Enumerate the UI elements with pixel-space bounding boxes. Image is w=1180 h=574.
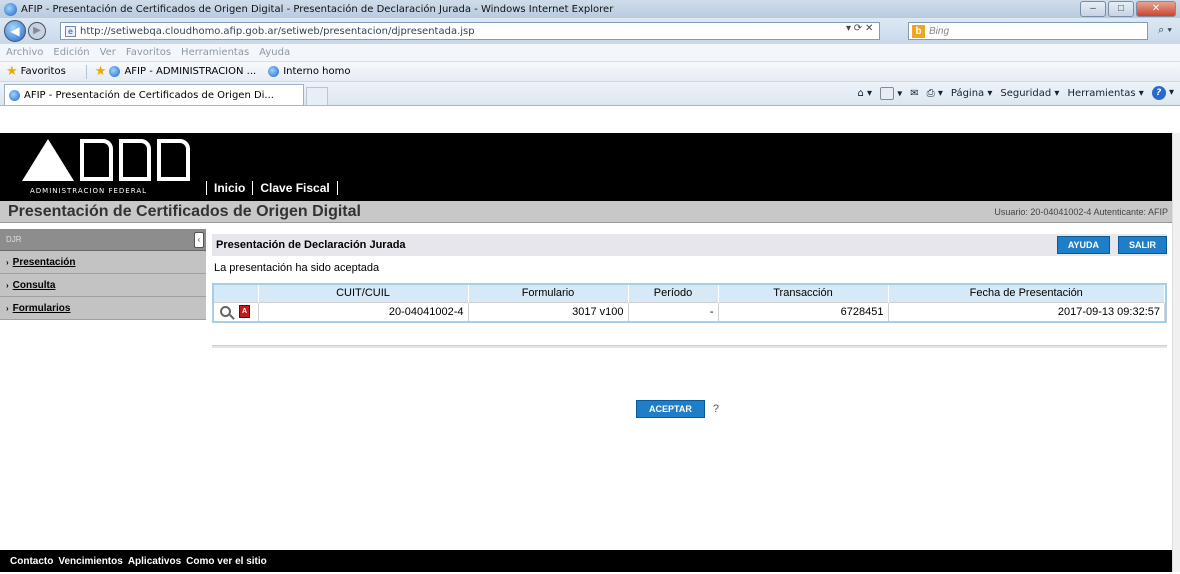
- bing-icon: b: [912, 24, 925, 38]
- results-table: CUIT/CUIL Formulario Período Transacción…: [212, 283, 1167, 323]
- favorites-label: Favoritos: [20, 66, 66, 77]
- command-bar: ⌂ ▾ ▾ ✉ ⎙ ▾ Página ▾ Seguridad ▾ Herrami…: [850, 86, 1174, 100]
- favorite-link-interno[interactable]: Interno homo: [268, 66, 350, 77]
- col-transaccion: Transacción: [718, 285, 889, 302]
- main-content: Presentación de Declaración Jurada AYUDA…: [212, 234, 1167, 418]
- footer-link-como-ver[interactable]: Como ver el sitio: [186, 556, 267, 567]
- tab-bar: AFIP - Presentación de Certificados de O…: [0, 82, 1180, 106]
- menu-archivo[interactable]: Archivo: [6, 47, 43, 58]
- cell-periodo: -: [628, 301, 719, 321]
- footer-link-aplicativos[interactable]: Aplicativos: [128, 556, 181, 567]
- divider: [212, 345, 1167, 348]
- vertical-scrollbar[interactable]: [1172, 133, 1180, 572]
- refresh-stop-controls[interactable]: ▾ ⟳ ✕: [846, 23, 873, 34]
- menu-edicion[interactable]: Edición: [53, 47, 89, 58]
- maximize-button[interactable]: □: [1108, 1, 1134, 17]
- search-input[interactable]: b Bing: [908, 22, 1148, 40]
- security-menu[interactable]: Seguridad ▾: [1000, 88, 1059, 99]
- page-menu[interactable]: Página ▾: [951, 88, 993, 99]
- url-text: http://setiwebqa.cloudhomo.afip.gob.ar/s…: [80, 25, 475, 37]
- sidebar-item-formularios[interactable]: › Formularios: [0, 297, 206, 320]
- magnifier-icon[interactable]: [220, 306, 231, 318]
- system-title-bar: Presentación de Certificados de Origen D…: [0, 201, 1172, 223]
- minimize-button[interactable]: –: [1080, 1, 1106, 17]
- cell-transaccion: 6728451: [718, 301, 889, 321]
- pdf-icon[interactable]: A: [239, 305, 250, 319]
- ie-logo-icon: [4, 2, 17, 16]
- col-fecha: Fecha de Presentación: [888, 285, 1165, 302]
- cell-cuit: 20-04041002-4: [258, 301, 469, 321]
- sidebar-collapse-button[interactable]: ‹: [194, 232, 204, 248]
- ie-page-icon: [9, 89, 20, 101]
- status-message: La presentación ha sido aceptada: [214, 262, 380, 274]
- chevron-right-icon: ›: [6, 258, 9, 267]
- footer-link-vencimientos[interactable]: Vencimientos: [58, 556, 122, 567]
- col-periodo: Período: [628, 285, 719, 302]
- footer-link-contacto[interactable]: Contacto: [10, 556, 53, 567]
- afip-header: ADMINISTRACION FEDERAL Inicio Clave Fisc…: [0, 133, 1172, 201]
- help-question-link[interactable]: ?: [713, 403, 719, 415]
- tools-menu[interactable]: Herramientas ▾: [1067, 88, 1143, 99]
- ie-page-icon: [109, 66, 121, 77]
- search-icon[interactable]: ⌕ ▾: [1158, 24, 1172, 37]
- back-button[interactable]: ◀: [4, 20, 26, 42]
- menu-herramientas[interactable]: Herramientas: [181, 47, 249, 58]
- table-row: A 20-04041002-4 3017 v100 - 6728451 2017…: [214, 301, 1165, 321]
- logo-subtitle: ADMINISTRACION FEDERAL: [30, 187, 148, 195]
- mail-icon[interactable]: ✉: [910, 88, 918, 99]
- menu-favoritos[interactable]: Favoritos: [126, 47, 171, 58]
- footer: Contacto Vencimientos Aplicativos Como v…: [0, 550, 1172, 572]
- feeds-icon[interactable]: ▾: [880, 86, 902, 100]
- add-favorite-icon[interactable]: ★: [95, 64, 107, 79]
- section-title: Presentación de Declaración Jurada: [216, 239, 406, 251]
- sidebar-item-presentacion[interactable]: › Presentación: [0, 251, 206, 274]
- search-placeholder: Bing: [929, 25, 950, 37]
- menu-ver[interactable]: Ver: [100, 47, 116, 58]
- nav-inicio[interactable]: Inicio: [206, 181, 252, 195]
- help-button[interactable]: AYUDA: [1056, 236, 1110, 254]
- help-icon[interactable]: ? ▾: [1151, 86, 1174, 100]
- new-tab-button[interactable]: [306, 87, 328, 105]
- exit-button[interactable]: SALIR: [1118, 236, 1167, 254]
- favorites-bar: ★ Favoritos ★ AFIP - ADMINISTRACION ... …: [0, 62, 1180, 82]
- page-viewport: ADMINISTRACION FEDERAL Inicio Clave Fisc…: [0, 133, 1172, 572]
- section-header: Presentación de Declaración Jurada AYUDA…: [212, 234, 1167, 256]
- nav-clave-fiscal[interactable]: Clave Fiscal: [252, 181, 338, 195]
- print-icon[interactable]: ⎙ ▾: [927, 88, 943, 99]
- favorite-link-afip[interactable]: AFIP - ADMINISTRACION ...: [109, 66, 256, 77]
- afip-logo[interactable]: ADMINISTRACION FEDERAL: [22, 139, 191, 195]
- ie-page-icon: [268, 66, 280, 77]
- address-bar: ◀ ▶ e http://setiwebqa.cloudhomo.afip.go…: [0, 18, 1180, 44]
- cell-formulario: 3017 v100: [468, 301, 629, 321]
- close-window-button[interactable]: ✕: [1136, 1, 1176, 17]
- chevron-right-icon: ›: [6, 304, 9, 313]
- window-titlebar: AFIP - Presentación de Certificados de O…: [0, 0, 1180, 18]
- chevron-right-icon: ›: [6, 281, 9, 290]
- page-title: Presentación de Certificados de Origen D…: [8, 202, 361, 220]
- home-icon[interactable]: ⌂ ▾: [858, 88, 873, 99]
- menu-bar: Archivo Edición Ver Favoritos Herramient…: [0, 44, 1180, 62]
- url-field[interactable]: e http://setiwebqa.cloudhomo.afip.gob.ar…: [60, 22, 880, 40]
- favorites-button[interactable]: ★ Favoritos: [6, 64, 66, 79]
- top-nav: Inicio Clave Fiscal: [206, 181, 338, 195]
- cell-fecha: 2017-09-13 09:32:57: [888, 301, 1165, 321]
- forward-button[interactable]: ▶: [28, 22, 46, 40]
- window-title: AFIP - Presentación de Certificados de O…: [21, 3, 614, 15]
- user-info: Usuario: 20-04041002-4 Autenticante: AFI…: [994, 206, 1168, 217]
- col-formulario: Formulario: [468, 285, 629, 302]
- menu-ayuda[interactable]: Ayuda: [259, 47, 290, 58]
- page-icon: e: [65, 25, 76, 37]
- sidebar-item-consulta[interactable]: › Consulta: [0, 274, 206, 297]
- accept-button[interactable]: ACEPTAR: [636, 400, 705, 418]
- browser-tab-active[interactable]: AFIP - Presentación de Certificados de O…: [4, 84, 304, 105]
- col-cuit: CUIT/CUIL: [258, 285, 469, 302]
- star-icon: ★: [6, 64, 18, 79]
- sidebar: DJR ‹ › Presentación › Consulta › Formulari…: [0, 229, 206, 574]
- sidebar-head: DJR ‹: [0, 229, 206, 251]
